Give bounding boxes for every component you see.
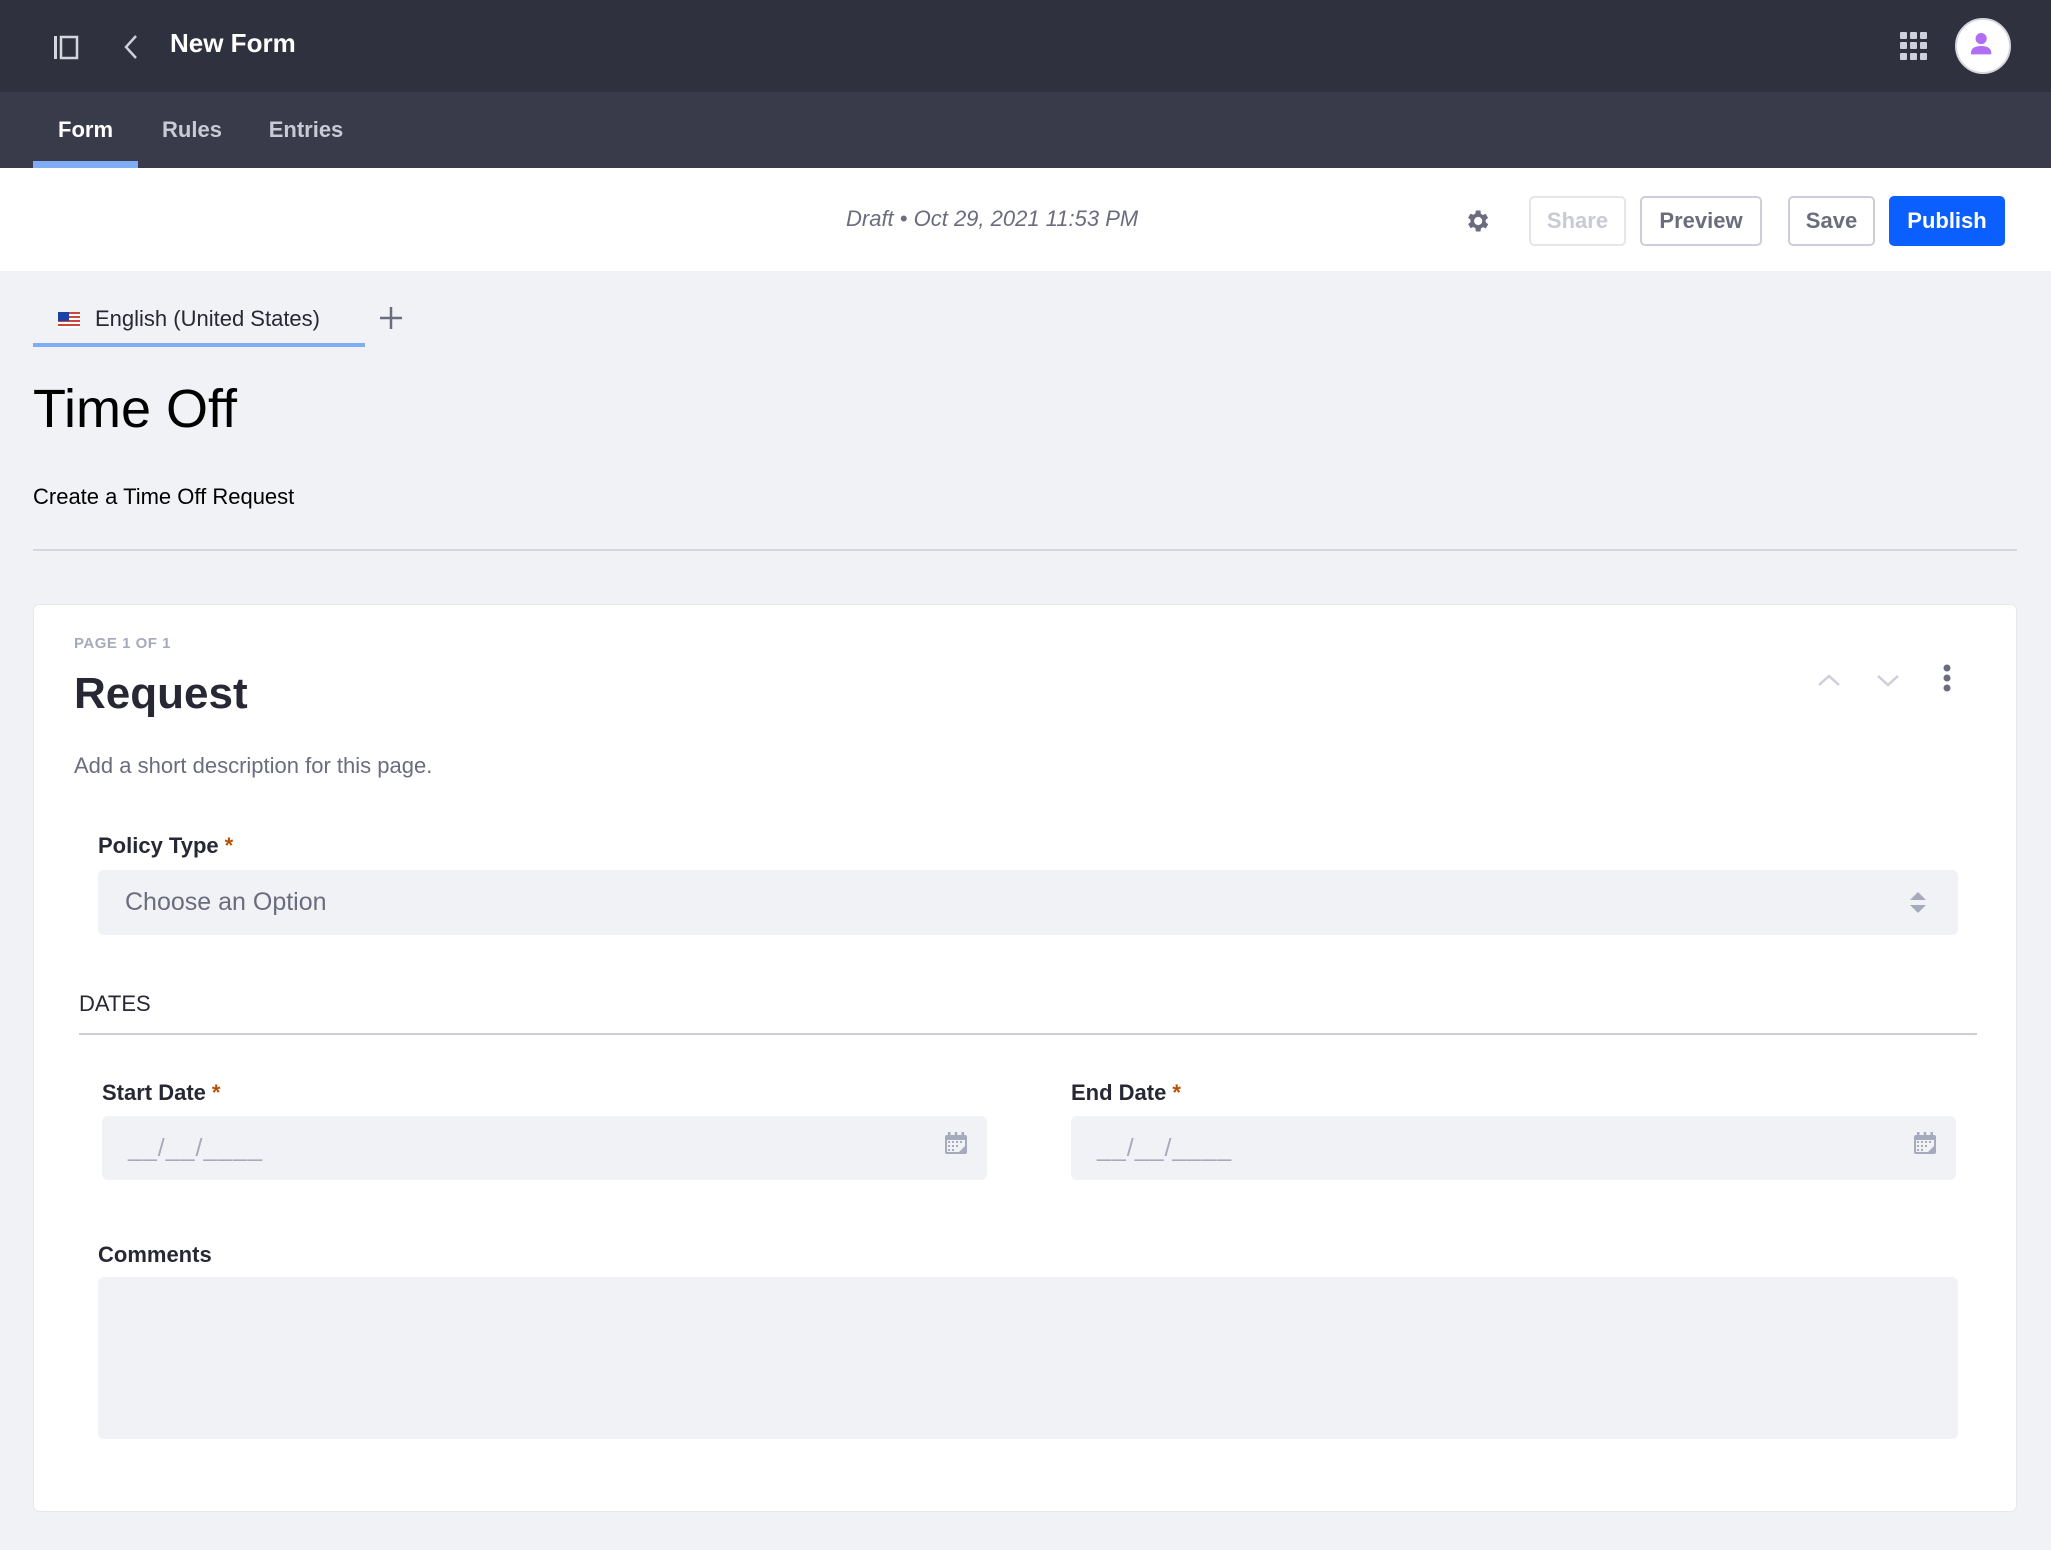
policy-type-select[interactable]: Choose an Option: [98, 870, 1958, 935]
chevron-down-icon[interactable]: [1873, 665, 1903, 695]
preview-button[interactable]: Preview: [1640, 196, 1762, 246]
tab-bar: Form Rules Entries: [0, 92, 2051, 168]
tab-rules[interactable]: Rules: [152, 92, 232, 168]
top-header-bar: New Form: [0, 0, 2051, 92]
draft-status: Draft • Oct 29, 2021 11:53 PM: [846, 206, 1139, 231]
page-count: PAGE 1 OF 1: [74, 635, 171, 652]
page-description-field[interactable]: Add a short description for this page.: [74, 753, 432, 779]
chevron-up-icon[interactable]: [1814, 665, 1844, 695]
share-button[interactable]: Share: [1529, 196, 1626, 246]
required-asterisk: *: [1172, 1080, 1181, 1105]
dates-section-title: DATES: [79, 991, 151, 1016]
gear-icon[interactable]: [1463, 207, 1491, 235]
divider: [33, 549, 2017, 551]
form-description[interactable]: Create a Time Off Request: [33, 484, 294, 510]
apps-grid-icon[interactable]: [1900, 32, 1928, 60]
policy-type-label: Policy Type *: [98, 833, 234, 858]
end-date-label: End Date *: [1071, 1080, 1181, 1105]
form-page-card: PAGE 1 OF 1 Request Add a short descript…: [33, 604, 2017, 1512]
required-asterisk: *: [211, 1080, 221, 1105]
comments-textarea[interactable]: [98, 1277, 1958, 1439]
save-button[interactable]: Save: [1788, 196, 1875, 246]
date-mask: __/__/____: [1097, 1134, 1233, 1162]
publish-button[interactable]: Publish: [1889, 196, 2005, 246]
more-vertical-icon[interactable]: [1941, 663, 1953, 697]
tab-form[interactable]: Form: [33, 92, 138, 168]
language-label: English (United States): [95, 306, 320, 331]
sort-arrows-icon: [1910, 892, 1926, 913]
tab-entries[interactable]: Entries: [258, 92, 354, 168]
page-title: New Form: [170, 28, 296, 58]
select-placeholder: Choose an Option: [125, 888, 327, 916]
section-divider: [79, 1033, 1977, 1035]
chevron-left-icon[interactable]: [120, 32, 142, 62]
page-title-field[interactable]: Request: [74, 669, 248, 719]
us-flag-icon: [58, 312, 80, 328]
form-title[interactable]: Time Off: [33, 378, 237, 440]
start-date-input[interactable]: __/__/____: [102, 1116, 987, 1180]
calendar-icon[interactable]: [943, 1130, 969, 1156]
end-date-input[interactable]: __/__/____: [1071, 1116, 1956, 1180]
comments-label: Comments: [98, 1242, 212, 1267]
language-tab[interactable]: English (United States): [33, 300, 365, 347]
user-avatar[interactable]: [1955, 18, 2011, 74]
user-icon: [1970, 33, 1992, 55]
start-date-label: Start Date *: [102, 1080, 221, 1105]
sidebar-toggle-icon[interactable]: [52, 33, 80, 61]
required-asterisk: *: [224, 833, 234, 858]
plus-icon[interactable]: [378, 305, 404, 331]
date-mask: __/__/____: [128, 1134, 264, 1162]
calendar-icon[interactable]: [1912, 1130, 1938, 1156]
